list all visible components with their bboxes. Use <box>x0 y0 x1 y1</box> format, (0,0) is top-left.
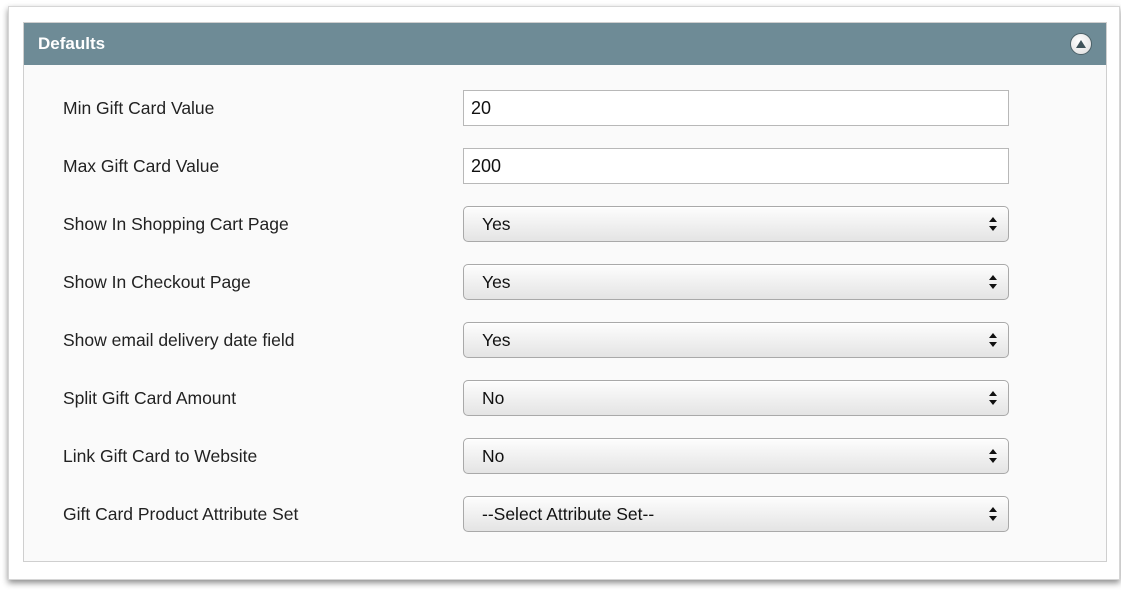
select-value: Yes <box>482 213 511 234</box>
field-row-max-gift-card-value: Max Gift Card Value <box>24 137 1106 195</box>
max-gift-card-value-input[interactable] <box>463 148 1009 184</box>
gift-card-product-attribute-set-select[interactable]: --Select Attribute Set-- <box>463 496 1009 532</box>
defaults-panel: Defaults Min Gift Card Value Max Gift Ca… <box>23 22 1107 562</box>
up-down-arrows-icon <box>989 449 997 463</box>
up-down-arrows-icon <box>989 333 997 347</box>
select-value: Yes <box>482 271 511 292</box>
field-row-min-gift-card-value: Min Gift Card Value <box>24 79 1106 137</box>
field-row-gift-card-product-attribute-set: Gift Card Product Attribute Set --Select… <box>24 485 1106 543</box>
show-in-checkout-page-label: Show In Checkout Page <box>63 271 251 292</box>
select-value: No <box>482 387 505 408</box>
field-row-show-in-shopping-cart-page: Show In Shopping Cart Page Yes <box>24 195 1106 253</box>
panel-header[interactable]: Defaults <box>24 23 1106 65</box>
show-in-shopping-cart-page-select[interactable]: Yes <box>463 206 1009 242</box>
link-gift-card-to-website-select[interactable]: No <box>463 438 1009 474</box>
screenshot-frame: Defaults Min Gift Card Value Max Gift Ca… <box>8 6 1120 580</box>
up-down-arrows-icon <box>989 507 997 521</box>
gift-card-product-attribute-set-label: Gift Card Product Attribute Set <box>63 503 299 524</box>
up-down-arrows-icon <box>989 217 997 231</box>
up-down-arrows-icon <box>989 391 997 405</box>
split-gift-card-amount-label: Split Gift Card Amount <box>63 387 237 408</box>
field-row-link-gift-card-to-website: Link Gift Card to Website No <box>24 427 1106 485</box>
min-gift-card-value-input[interactable] <box>463 90 1009 126</box>
show-in-shopping-cart-page-label: Show In Shopping Cart Page <box>63 213 289 234</box>
link-gift-card-to-website-label: Link Gift Card to Website <box>63 445 258 466</box>
field-row-show-email-delivery-date-field: Show email delivery date field Yes <box>24 311 1106 369</box>
field-row-split-gift-card-amount: Split Gift Card Amount No <box>24 369 1106 427</box>
defaults-form: Min Gift Card Value Max Gift Card Value … <box>24 65 1106 543</box>
select-value: --Select Attribute Set-- <box>482 503 655 524</box>
show-in-checkout-page-select[interactable]: Yes <box>463 264 1009 300</box>
panel-title: Defaults <box>38 34 106 53</box>
up-down-arrows-icon <box>989 275 997 289</box>
collapse-up-icon[interactable] <box>1070 33 1092 55</box>
select-value: Yes <box>482 329 511 350</box>
show-email-delivery-date-field-label: Show email delivery date field <box>63 329 295 350</box>
max-gift-card-value-label: Max Gift Card Value <box>63 155 220 176</box>
show-email-delivery-date-field-select[interactable]: Yes <box>463 322 1009 358</box>
field-row-show-in-checkout-page: Show In Checkout Page Yes <box>24 253 1106 311</box>
split-gift-card-amount-select[interactable]: No <box>463 380 1009 416</box>
min-gift-card-value-label: Min Gift Card Value <box>63 97 215 118</box>
select-value: No <box>482 445 505 466</box>
